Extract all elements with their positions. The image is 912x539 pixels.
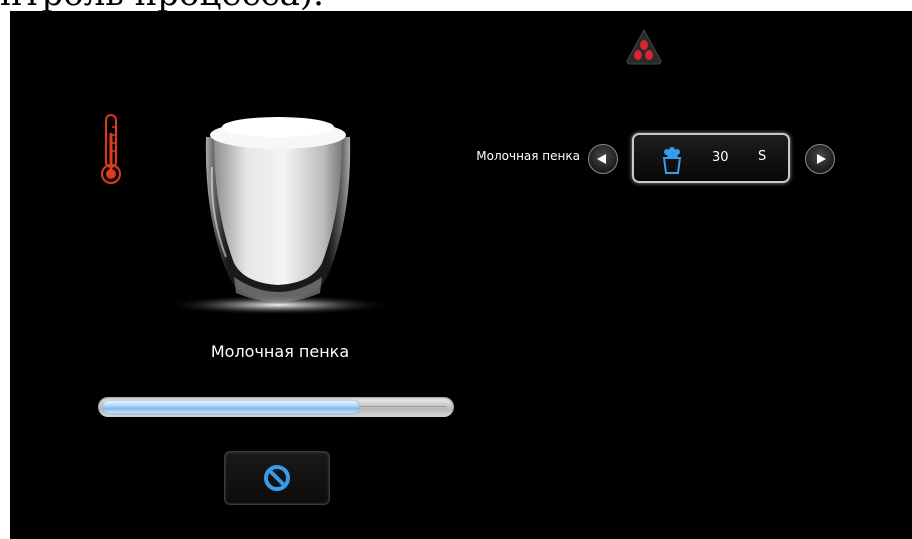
coffee-machine-screen: Молочная пенка Молочная пенка 30 S xyxy=(10,11,912,539)
progress-bar xyxy=(98,397,454,417)
parameter-value: 30 xyxy=(712,150,729,165)
arrow-right-icon xyxy=(817,154,826,164)
parameter-unit: S xyxy=(758,149,767,164)
product-name-label: Молочная пенка xyxy=(210,342,350,361)
arrow-left-icon xyxy=(597,154,606,164)
progress-fill xyxy=(103,401,359,413)
parameter-value-box[interactable]: 30 S xyxy=(632,133,790,183)
parameter-label: Молочная пенка xyxy=(476,149,580,163)
cancel-icon xyxy=(264,465,290,491)
coffee-beans-icon xyxy=(624,27,664,67)
thermometer-icon xyxy=(100,113,122,187)
cancel-button[interactable] xyxy=(224,451,330,505)
product-glass-image xyxy=(160,107,400,327)
milk-foam-icon xyxy=(662,147,682,174)
prev-parameter-button[interactable] xyxy=(588,144,618,174)
next-parameter-button[interactable] xyxy=(805,144,835,174)
